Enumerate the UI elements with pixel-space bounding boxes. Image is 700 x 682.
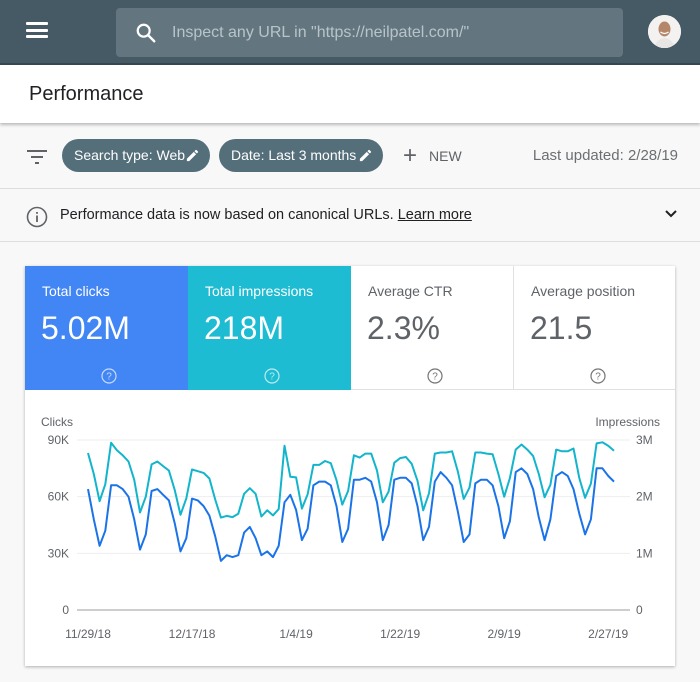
last-updated-text: Last updated: 2/28/19 [532,147,678,164]
notice-text: Performance data is now based on canonic… [60,207,394,223]
x-tick-label: 1/4/19 [279,627,313,641]
hamburger-menu-icon[interactable] [26,22,48,42]
right-y-tick: 2M [636,490,653,504]
new-label: NEW [429,148,462,164]
left-y-tick: 90K [48,433,69,447]
x-tick-label: 2/27/19 [588,627,628,641]
x-tick-label: 11/29/18 [65,627,111,641]
left-y-tick: 0 [62,603,69,617]
right-y-tick: 1M [636,546,653,560]
page-title: Performance [29,83,144,105]
performance-chart[interactable]: Clicks Impressions 0 30K 60K 90K 0 1M 2M 3M 11… [25,390,675,666]
filter-icon[interactable] [27,149,47,165]
metric-total-clicks[interactable]: Total clicks 5.02M ? [25,266,188,390]
date-filter-chip[interactable]: Date: Last 3 months [219,139,383,172]
url-inspection-input[interactable] [172,8,612,57]
metric-value: 2.3% [367,310,440,346]
search-icon[interactable] [135,22,157,44]
metric-label: Total clicks [42,283,110,299]
pencil-icon [186,149,199,162]
filter-bar: Search type: Web Date: Last 3 months + N… [0,125,700,189]
chevron-down-icon[interactable] [664,209,678,219]
left-y-tick: 30K [48,546,69,560]
help-icon[interactable]: ? [427,368,443,384]
x-tick-label: 12/17/18 [169,627,216,641]
svg-text:?: ? [595,372,601,383]
user-avatar[interactable] [648,15,681,48]
chip-label: Search type: Web [74,147,186,163]
metric-value: 21.5 [530,310,593,346]
metric-label: Average CTR [368,283,453,299]
plus-icon: + [403,142,418,169]
metric-average-ctr[interactable]: Average CTR 2.3% ? [351,266,514,390]
metric-label: Average position [531,283,636,299]
x-tick-label: 2/9/19 [487,627,521,641]
avatar-image [648,15,681,48]
help-icon[interactable]: ? [590,368,606,384]
search-type-filter-chip[interactable]: Search type: Web [62,139,210,172]
right-axis-title: Impressions [595,415,660,429]
metric-average-position[interactable]: Average position 21.5 ? [514,266,675,390]
metric-value: 218M [204,310,285,346]
info-icon [26,206,48,228]
svg-text:?: ? [269,372,275,383]
x-tick-label: 1/22/19 [380,627,420,641]
url-inspection-search[interactable] [116,8,623,57]
clicks-series-line [87,467,615,562]
metric-label: Total impressions [205,283,314,299]
metric-value: 5.02M [41,310,130,346]
help-icon[interactable]: ? [101,368,117,384]
new-filter-button[interactable]: + NEW [403,144,462,168]
left-axis-title: Clicks [41,415,73,429]
notice-message: Performance data is now based on canonic… [60,207,472,223]
canonical-notice-banner: Performance data is now based on canonic… [0,190,700,242]
svg-text:?: ? [432,372,438,383]
svg-text:?: ? [106,372,112,383]
top-app-bar [0,0,700,65]
chip-label: Date: Last 3 months [231,147,357,163]
learn-more-link[interactable]: Learn more [398,207,472,223]
pencil-icon [359,149,372,162]
help-icon[interactable]: ? [264,368,280,384]
page-header: Performance [0,65,700,123]
performance-card: Total clicks 5.02M ? Total impressions 2… [25,266,675,666]
right-y-tick: 0 [636,603,643,617]
left-y-tick: 60K [48,490,69,504]
right-y-tick: 3M [636,433,653,447]
metric-total-impressions[interactable]: Total impressions 218M ? [188,266,351,390]
